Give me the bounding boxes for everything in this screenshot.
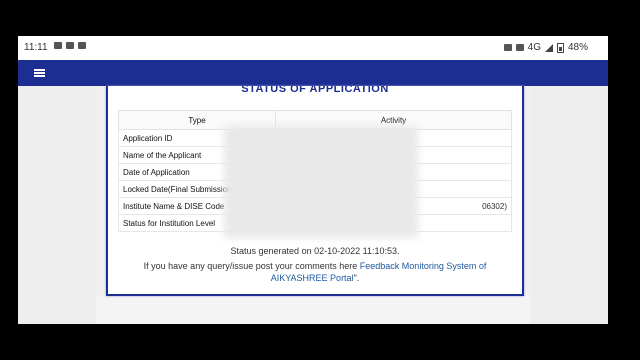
mute-icon	[515, 44, 524, 51]
page-bottom	[96, 296, 530, 324]
status-generated-text: Status generated on 02-10-2022 11:10:53.	[230, 246, 400, 256]
card-title: STATUS OF APPLICATION	[241, 86, 389, 92]
battery-percent: 48%	[567, 42, 588, 53]
query-suffix: ".	[353, 273, 360, 283]
android-status-bar: 11:11 4G 48%	[18, 36, 608, 60]
redaction-blur	[224, 126, 418, 238]
video-call-icon	[78, 42, 86, 49]
battery-icon	[556, 42, 564, 53]
video-icon	[54, 42, 62, 49]
system-icons: 4G 48%	[503, 42, 588, 53]
signal-icon	[544, 43, 553, 52]
query-prefix: If you have any query/issue post your co…	[143, 261, 358, 271]
network-type: 4G	[527, 42, 541, 53]
right-margin	[530, 86, 608, 324]
volte-icon	[503, 44, 512, 51]
top-navbar	[18, 60, 608, 86]
hamburger-menu-icon[interactable]	[34, 69, 45, 77]
phone-screen: 11:11 4G 48% STATUS OF APPLICATION Type …	[18, 36, 608, 324]
clock: 11:11	[24, 42, 48, 53]
mail-icon	[66, 42, 74, 49]
status-card: STATUS OF APPLICATION Type Activity Appl…	[106, 86, 524, 296]
query-text: If you have any query/issue post your co…	[118, 260, 512, 284]
notification-icons	[54, 42, 86, 49]
left-margin	[18, 86, 96, 324]
